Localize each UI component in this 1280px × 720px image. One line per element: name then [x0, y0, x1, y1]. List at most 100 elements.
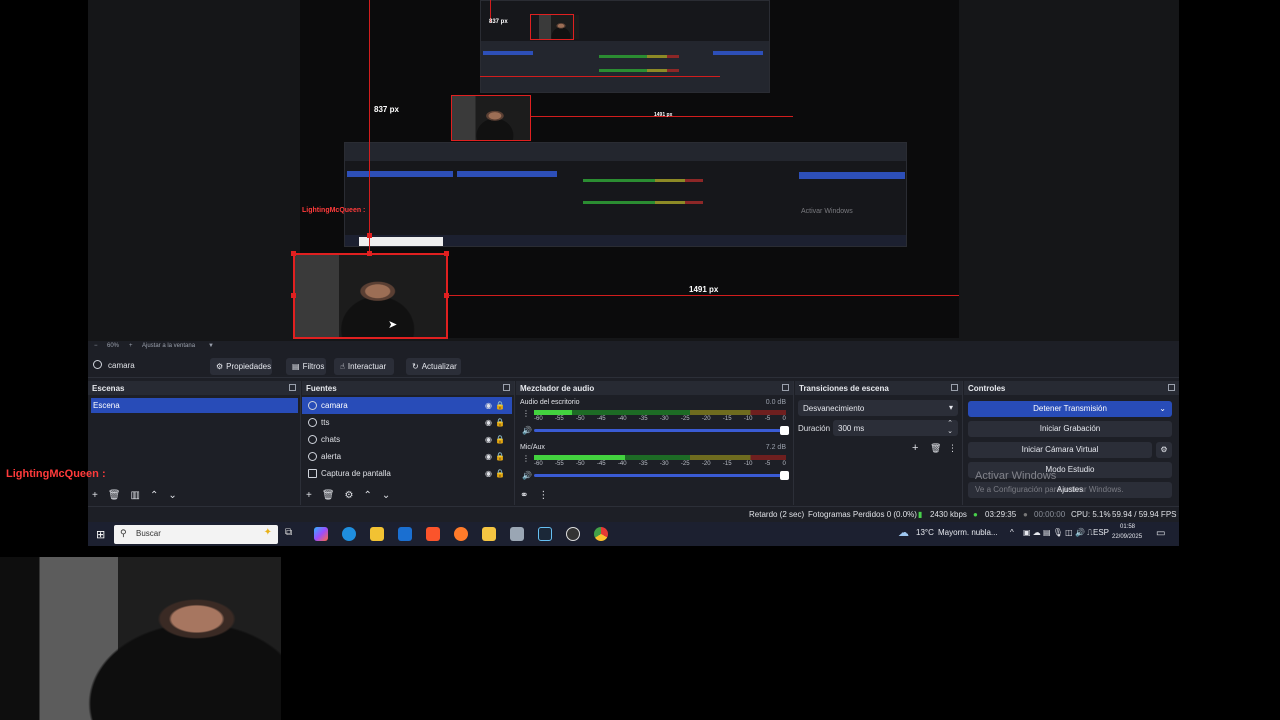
outlook-icon[interactable] — [398, 527, 412, 541]
scale-tick: -10 — [743, 416, 753, 422]
virtual-camera-settings-button[interactable]: ⚙ — [1156, 442, 1172, 458]
app-icon[interactable] — [510, 527, 524, 541]
undock-icon[interactable] — [289, 384, 296, 391]
duration-input[interactable]: 300 ms ⌃ ⌄ — [833, 420, 958, 436]
source-toolbar: camara ⚙ Propiedades ▤ Filtros ☝ Interactua… — [88, 354, 1179, 378]
interact-button[interactable]: ☝ Interactuar — [334, 358, 394, 375]
store-icon[interactable] — [370, 527, 384, 541]
start-recording-button[interactable]: Iniciar Grabación — [968, 421, 1172, 437]
add-source-icon[interactable]: + — [306, 490, 312, 501]
transition-select[interactable]: Desvanecimiento ▾ — [798, 400, 958, 416]
lock-icon[interactable]: 🔒 — [495, 401, 505, 410]
scale-tick: -35 — [638, 416, 648, 422]
steam-icon[interactable] — [538, 527, 552, 541]
weather-icon[interactable]: ☁ — [898, 526, 909, 539]
zoom-out-button[interactable]: − — [94, 343, 98, 349]
undock-icon[interactable] — [503, 384, 510, 391]
firefox-icon[interactable] — [454, 527, 468, 541]
eye-icon[interactable]: ◉ — [485, 469, 492, 478]
speaker-icon[interactable]: 🔊 — [522, 426, 532, 435]
tray-icons[interactable]: ▣ ☁ ▤ 🎙 ◫ 🔊 ⎍ — [1023, 528, 1093, 538]
lock-icon[interactable]: 🔒 — [495, 452, 505, 461]
file-explorer-icon[interactable] — [482, 527, 496, 541]
taskbar-search[interactable]: ⚲ Buscar ✦ — [114, 525, 278, 544]
eye-icon[interactable]: ◉ — [485, 452, 492, 461]
controls-title: Controles — [964, 381, 1179, 395]
trash-icon[interactable]: 🗑 — [322, 490, 335, 501]
webcam-overlay — [0, 557, 281, 720]
zoom-in-button[interactable]: + — [129, 343, 133, 349]
weather-temp[interactable]: 13°C — [916, 528, 934, 537]
scale-tick: -55 — [554, 416, 564, 422]
rec-dot-icon: ● — [1023, 510, 1028, 519]
taskbar: ⊞ ⚲ Buscar ✦ ⧉ ☁ 13°C Mayorm. nubla... ^… — [88, 522, 1179, 546]
fps: 59.94 / 59.94 FPS — [1112, 510, 1177, 519]
volume-slider[interactable] — [534, 471, 789, 480]
copilot-icon[interactable] — [314, 527, 328, 541]
virtual-camera-button[interactable]: Iniciar Cámara Virtual — [968, 442, 1152, 458]
clock-date[interactable]: 22/09/2025 — [1112, 534, 1142, 540]
notification-icon[interactable]: ▭ — [1156, 528, 1165, 539]
source-row[interactable]: chats ◉ 🔒 — [302, 431, 512, 448]
undock-icon[interactable] — [1168, 384, 1175, 391]
obs-icon[interactable] — [566, 527, 580, 541]
trash-icon[interactable]: 🗑 — [108, 490, 121, 501]
filters-button[interactable]: ▤ Filtros — [286, 358, 326, 375]
scale-tick: -5 — [764, 461, 771, 467]
undock-icon[interactable] — [951, 384, 958, 391]
kebab-menu-icon[interactable]: ⋮ — [538, 490, 548, 501]
lock-icon[interactable]: 🔒 — [495, 469, 505, 478]
language-indicator[interactable]: ESP — [1093, 528, 1109, 537]
chevron-up-icon[interactable]: ⌃ — [364, 490, 372, 501]
kebab-menu-icon[interactable]: ⋮ — [522, 409, 530, 418]
fit-dropdown-icon[interactable]: ▼ — [208, 343, 214, 349]
scenes-title: Escenas — [88, 381, 300, 395]
refresh-button[interactable]: ↻ Actualizar — [406, 358, 461, 375]
weather-text[interactable]: Mayorm. nubla... — [938, 528, 998, 537]
spinner-icon[interactable]: ⌃ ⌄ — [947, 420, 953, 436]
kebab-menu-icon[interactable]: ⋮ — [522, 454, 530, 463]
scale-tick: -15 — [722, 461, 732, 467]
scene-item[interactable]: Escena — [91, 398, 298, 413]
eye-icon[interactable]: ◉ — [485, 418, 492, 427]
mixer-channel-desktop: Audio del escritorio 0.0 dB ⋮ -60 -55 -50-… — [520, 399, 789, 439]
link-icon[interactable]: ⚭ — [520, 490, 528, 501]
selection-box[interactable] — [293, 253, 448, 339]
trash-icon[interactable]: 🗑 — [930, 443, 941, 454]
eye-icon[interactable]: ◉ — [485, 401, 492, 410]
scale-tick: -30 — [659, 461, 669, 467]
preview-canvas[interactable]: 837 px 1491 px Activar Windows LightingM… — [291, 0, 959, 339]
speaker-icon[interactable]: 🔊 — [522, 471, 532, 480]
windows-start-icon[interactable]: ⊞ — [96, 528, 105, 541]
gear-icon[interactable]: ⚙ — [345, 490, 354, 501]
scale-tick: -55 — [554, 461, 564, 467]
source-row[interactable]: alerta ◉ 🔒 — [302, 448, 512, 465]
source-row[interactable]: Captura de pantalla ◉ 🔒 — [302, 465, 512, 482]
guide-vertical — [369, 0, 370, 254]
task-view-icon[interactable]: ⧉ — [285, 527, 299, 541]
undock-icon[interactable] — [782, 384, 789, 391]
kebab-menu-icon[interactable]: ⋮ — [948, 443, 957, 454]
chevron-up-icon[interactable]: ⌃ — [150, 490, 158, 501]
chevron-down-icon[interactable]: ⌄ — [382, 490, 390, 501]
chevron-down-icon[interactable]: ⌄ — [168, 490, 176, 501]
source-row[interactable]: tts ◉ 🔒 — [302, 414, 512, 431]
stop-stream-button[interactable]: Detener Transmisión ⌄ — [968, 401, 1172, 417]
edge-icon[interactable] — [342, 527, 356, 541]
source-row[interactable]: camara ◉ 🔒 — [302, 397, 512, 414]
lock-icon[interactable]: 🔒 — [495, 435, 505, 444]
gear-icon: ⚙ — [216, 362, 224, 371]
lock-icon[interactable]: 🔒 — [495, 418, 505, 427]
add-scene-icon[interactable]: + — [92, 490, 98, 501]
add-transition-icon[interactable]: + — [912, 442, 918, 454]
clock-time[interactable]: 01:58 — [1120, 524, 1135, 530]
tray-chevron-icon[interactable]: ^ — [1010, 528, 1014, 537]
eye-icon[interactable]: ◉ — [485, 435, 492, 444]
fit-window-button[interactable]: Ajustar a la ventana — [142, 343, 195, 349]
brave-icon[interactable] — [426, 527, 440, 541]
chrome-icon[interactable] — [594, 527, 608, 541]
filter-icon[interactable]: ▥ — [131, 490, 140, 501]
properties-button[interactable]: ⚙ Propiedades — [210, 358, 272, 375]
chevron-down-icon[interactable]: ⌄ — [1159, 401, 1166, 417]
volume-slider[interactable] — [534, 426, 789, 435]
